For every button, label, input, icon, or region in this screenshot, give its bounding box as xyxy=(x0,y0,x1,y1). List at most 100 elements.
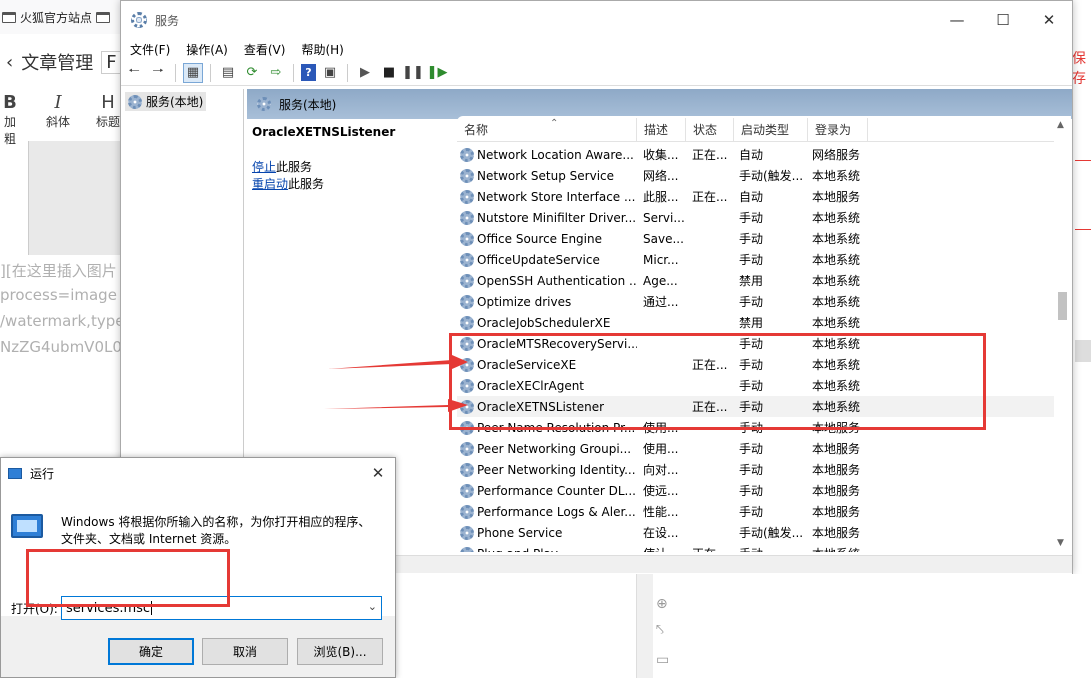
minimize-button[interactable]: — xyxy=(934,1,980,39)
right-edge-fragment xyxy=(1075,340,1091,362)
service-gear-icon xyxy=(460,483,474,498)
service-row[interactable]: Plug and Play使计...正在...手动本地系统 xyxy=(457,543,1057,552)
move-icon: ⤣ xyxy=(656,622,664,638)
service-gear-icon xyxy=(460,147,474,162)
run-app-icon xyxy=(8,467,22,479)
service-row[interactable]: Nutstore Minifilter Driver... Servi... 手动 本… xyxy=(457,207,1057,228)
service-row[interactable]: Performance Logs & Aler... 性能... 手动 本地服务 xyxy=(457,501,1057,522)
forward-arrow-icon[interactable]: 🠒 xyxy=(148,63,168,83)
service-gear-icon xyxy=(460,210,474,225)
menu-action[interactable]: 操作(A) xyxy=(186,41,228,58)
scroll-thumb[interactable] xyxy=(1058,292,1067,320)
folder-icon xyxy=(2,11,16,23)
refresh-icon[interactable]: ⟳ xyxy=(242,63,262,83)
dropdown-arrow-icon[interactable]: ⌄ xyxy=(368,600,377,613)
service-logon-as: 本地服务 xyxy=(812,190,861,204)
service-logon-as: 本地系统 xyxy=(812,274,861,288)
toolbar-separator xyxy=(210,63,211,82)
run-titlebar[interactable]: 运行 xyxy=(1,458,395,488)
service-name: Peer Networking Groupi... xyxy=(457,441,637,456)
restart-icon[interactable]: ❚▶ xyxy=(427,63,448,83)
pane-header: 服务(本地) xyxy=(247,89,1072,119)
service-startup-type: 手动 xyxy=(739,484,764,498)
chevron-left-icon[interactable]: ‹ xyxy=(6,52,13,73)
service-row[interactable]: Phone Service 在设... 手动(触发... 本地服务 xyxy=(457,522,1057,543)
menu-view[interactable]: 查看(V) xyxy=(244,41,286,58)
service-row[interactable]: Network Location Aware... 收集... 正在... 自动 网络服… xyxy=(457,144,1057,165)
service-row[interactable]: Optimize drives 通过... 手动 本地系统 xyxy=(457,291,1057,312)
service-startup-type: 自动 xyxy=(739,148,764,162)
scroll-up-icon[interactable]: ▲ xyxy=(1057,120,1064,130)
play-icon[interactable]: ▶ xyxy=(355,63,375,83)
ok-button[interactable]: 确定 xyxy=(108,638,194,665)
service-logon-as: 本地服务 xyxy=(812,463,861,477)
service-logon-as: 本地系统 xyxy=(812,169,861,183)
heading-button[interactable]: H 标题 xyxy=(94,92,122,130)
service-name: Peer Networking Identity... xyxy=(457,462,637,477)
pause-icon[interactable]: ❚❚ xyxy=(402,63,424,83)
service-name: Office Source Engine xyxy=(457,231,637,246)
console-tree-icon[interactable]: ▦ xyxy=(183,62,203,83)
service-description: 在设... xyxy=(643,526,679,540)
menu-help[interactable]: 帮助(H) xyxy=(301,41,343,58)
service-startup-type: 手动 xyxy=(739,232,764,246)
maximize-button[interactable]: ☐ xyxy=(980,1,1026,39)
vertical-scrollbar[interactable]: ▲ ▼ xyxy=(1054,116,1071,552)
toolbar-separator xyxy=(347,63,348,82)
editor-header: ‹ 文章管理 F xyxy=(0,38,125,86)
back-arrow-icon[interactable]: 🠐 xyxy=(124,63,144,83)
run-close-button[interactable]: ✕ xyxy=(367,462,389,484)
column-startup-type[interactable]: 启动类型 xyxy=(734,118,808,142)
column-description[interactable]: 描述 xyxy=(637,118,686,142)
service-gear-icon xyxy=(460,315,474,330)
service-startup-type: 手动 xyxy=(739,295,764,309)
view-icon[interactable]: ▣ xyxy=(320,63,340,83)
service-row[interactable]: OracleJobSchedulerXE 禁用 本地系统 xyxy=(457,312,1057,333)
column-logon-as[interactable]: 登录为 xyxy=(808,118,868,142)
column-status[interactable]: 状态 xyxy=(686,118,734,142)
italic-button[interactable]: I 斜体 xyxy=(44,92,72,130)
service-row[interactable]: OpenSSH Authentication ... Age... 禁用 本地系统 xyxy=(457,270,1057,291)
export-icon[interactable]: ⇨ xyxy=(266,63,286,83)
column-name[interactable]: ⌃ 名称 xyxy=(457,118,637,142)
service-description: 收集... xyxy=(643,148,679,162)
service-startup-type: 自动 xyxy=(739,190,764,204)
service-logon-as: 本地系统 xyxy=(808,545,868,552)
save-button-partial[interactable]: 保存 xyxy=(1072,48,1091,88)
bold-button[interactable]: B 加粗 xyxy=(0,92,20,147)
service-status: 正在... xyxy=(692,190,728,204)
browse-button[interactable]: 浏览(B)... xyxy=(297,638,383,665)
service-row[interactable]: Peer Networking Identity... 向对... 手动 本地服务 xyxy=(457,459,1057,480)
bookmark-firefox[interactable]: 火狐官方站点 xyxy=(20,9,92,26)
service-startup-type: 手动 xyxy=(739,442,764,456)
service-gear-icon xyxy=(460,252,474,267)
toolbar-separator xyxy=(175,63,176,82)
stop-service-link[interactable]: 停止 xyxy=(252,160,276,174)
service-logon-as: 本地服务 xyxy=(812,526,861,540)
close-button[interactable]: ✕ xyxy=(1026,1,1072,39)
service-row[interactable]: Network Store Interface ... 此服... 正在... 自动 本… xyxy=(457,186,1057,207)
service-row[interactable]: Network Setup Service 网络... 手动(触发... 本地系统 xyxy=(457,165,1057,186)
service-row[interactable]: Office Source Engine Save... 手动 本地系统 xyxy=(457,228,1057,249)
service-row[interactable]: Peer Networking Groupi... 使用... 手动 本地服务 xyxy=(457,438,1057,459)
properties-icon[interactable]: ▤ xyxy=(218,63,238,83)
restart-service-link[interactable]: 重启动 xyxy=(252,177,288,191)
services-titlebar[interactable]: 服务 — ☐ ✕ xyxy=(121,1,1072,39)
service-logon-as: 本地服务 xyxy=(812,505,861,519)
scroll-down-icon[interactable]: ▼ xyxy=(1057,538,1064,548)
fragment-scrollbar xyxy=(636,574,653,678)
service-name: OracleJobSchedulerXE xyxy=(457,315,637,330)
service-row[interactable]: Performance Counter DL... 使远... 手动 本地服务 xyxy=(457,480,1057,501)
help-icon[interactable]: ? xyxy=(301,64,316,81)
tree-item-services-local[interactable]: 服务(本地) xyxy=(125,92,207,111)
editor-title-input[interactable]: F xyxy=(101,50,122,74)
service-description: 性能... xyxy=(643,505,679,519)
gear-icon xyxy=(257,97,271,111)
menu-file[interactable]: 文件(F) xyxy=(130,41,170,58)
cancel-button[interactable]: 取消 xyxy=(202,638,288,665)
stop-icon[interactable]: ■ xyxy=(379,63,399,83)
service-status: 正在... xyxy=(686,545,734,552)
service-row[interactable]: OfficeUpdateService Micr... 手动 本地系统 xyxy=(457,249,1057,270)
service-name: Performance Logs & Aler... xyxy=(457,504,637,519)
editor-preview-block xyxy=(28,141,120,255)
